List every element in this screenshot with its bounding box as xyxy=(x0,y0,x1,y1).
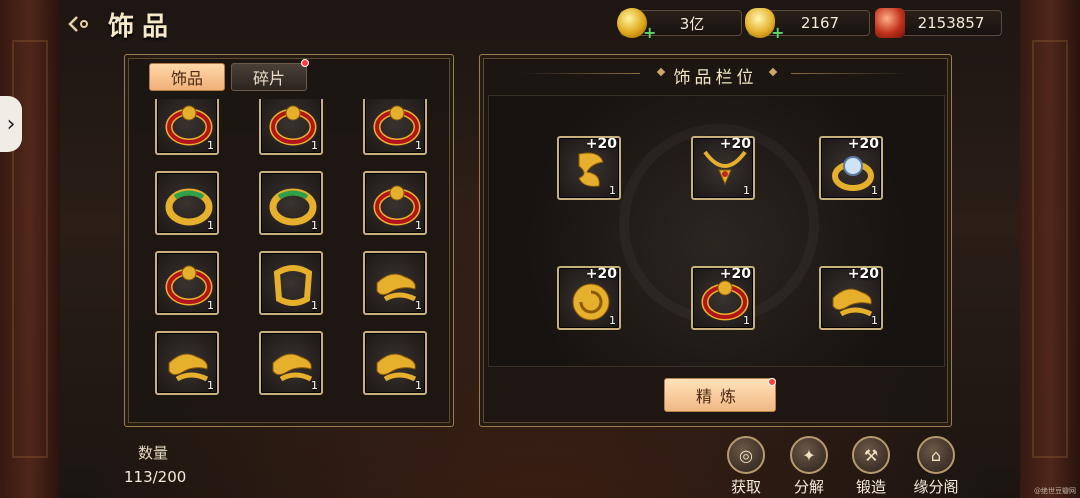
inventory-item-slot[interactable]: 1 xyxy=(155,331,219,395)
inventory-count-label: 数量 xyxy=(138,444,169,462)
back-button[interactable] xyxy=(64,8,96,40)
decompose-label: 分解 xyxy=(793,478,824,496)
enhance-level: +20 xyxy=(847,136,879,152)
enhance-level: +20 xyxy=(847,266,879,282)
tab-fragments[interactable]: 碎片 xyxy=(231,63,307,91)
item-quantity: 1 xyxy=(207,299,214,312)
chevron-right-icon: › xyxy=(6,111,16,137)
inventory-item-slot[interactable]: 1 xyxy=(363,251,427,315)
inventory-item-slot[interactable]: 1 xyxy=(259,99,323,155)
item-quantity: 1 xyxy=(609,184,616,197)
currency-gold[interactable]: + 3亿 xyxy=(617,8,742,42)
inventory-item-slot[interactable]: 1 xyxy=(259,331,323,395)
item-quantity: 1 xyxy=(743,184,750,197)
item-quantity: 1 xyxy=(207,219,214,232)
currency-jade[interactable]: 2153857 xyxy=(875,8,1002,38)
equipment-slots-area: +20 1 +20 1 +20 1 +20 1 +20 1 +20 1 xyxy=(488,95,945,367)
decompose-button[interactable]: ✦ 分解 xyxy=(781,436,837,497)
equipment-slot[interactable]: +20 1 xyxy=(691,266,755,330)
red-jade-icon xyxy=(875,8,905,38)
decompose-icon: ✦ xyxy=(790,436,828,474)
obtain-icon: ◎ xyxy=(727,436,765,474)
pavilion-label: 缘分阁 xyxy=(913,478,959,496)
item-quantity: 1 xyxy=(311,379,318,392)
back-arrow-icon xyxy=(68,16,88,32)
item-quantity: 1 xyxy=(207,139,214,152)
equipment-slot[interactable]: +20 1 xyxy=(819,266,883,330)
item-quantity: 1 xyxy=(311,139,318,152)
refine-button[interactable]: 精炼 xyxy=(664,378,776,412)
add-gold-icon[interactable]: + xyxy=(643,23,656,42)
inventory-item-slot[interactable]: 1 xyxy=(259,251,323,315)
inventory-item-slot[interactable]: 1 xyxy=(363,99,427,155)
forge-label: 锻造 xyxy=(855,478,886,496)
obtain-button[interactable]: ◎ 获取 xyxy=(718,436,774,497)
tab-fragments-label: 碎片 xyxy=(252,69,285,88)
side-expand-button[interactable]: › xyxy=(0,96,22,152)
item-quantity: 1 xyxy=(415,219,422,232)
equipment-slot[interactable]: +20 1 xyxy=(557,266,621,330)
inventory-grid: 1 1 1 1 1 1 1 1 1 1 1 1 xyxy=(135,99,427,395)
inventory-item-slot[interactable]: 1 xyxy=(155,99,219,155)
inventory-item-slot[interactable]: 1 xyxy=(155,251,219,315)
item-quantity: 1 xyxy=(609,314,616,327)
watermark: @绝世豆瓣网 xyxy=(1034,487,1076,495)
add-ingot-icon[interactable]: + xyxy=(771,23,784,42)
item-quantity: 1 xyxy=(415,379,422,392)
equipment-panel: 饰品栏位 +20 1 +20 1 +20 1 +20 1 +20 1 +20 1 xyxy=(479,54,952,427)
inventory-item-slot[interactable]: 1 xyxy=(363,171,427,235)
obtain-label: 获取 xyxy=(730,478,761,496)
item-quantity: 1 xyxy=(311,219,318,232)
refine-notification-dot xyxy=(768,378,776,386)
enhance-level: +20 xyxy=(719,266,751,282)
background-pillar-right xyxy=(1020,0,1080,498)
background-pillar-left xyxy=(0,0,60,498)
item-quantity: 1 xyxy=(415,139,422,152)
forge-button[interactable]: ⚒ 锻造 xyxy=(843,436,899,497)
page-title: 饰品 xyxy=(108,12,177,42)
tab-accessories[interactable]: 饰品 xyxy=(149,63,225,91)
equipment-slot[interactable]: +20 1 xyxy=(557,136,621,200)
item-quantity: 1 xyxy=(871,184,878,197)
item-quantity: 1 xyxy=(311,299,318,312)
inventory-item-slot[interactable]: 1 xyxy=(155,171,219,235)
inventory-count-value: 113/200 xyxy=(124,468,187,486)
item-quantity: 1 xyxy=(207,379,214,392)
currency-ingot[interactable]: + 2167 xyxy=(745,8,870,42)
item-quantity: 1 xyxy=(871,314,878,327)
inventory-item-slot[interactable]: 1 xyxy=(259,171,323,235)
equipment-slot[interactable]: +20 1 xyxy=(819,136,883,200)
inventory-scroll-area[interactable]: 1 1 1 1 1 1 1 1 1 1 1 1 xyxy=(135,99,445,415)
equipment-slot[interactable]: +20 1 xyxy=(691,136,755,200)
enhance-level: +20 xyxy=(719,136,751,152)
item-quantity: 1 xyxy=(415,299,422,312)
inventory-item-slot[interactable]: 1 xyxy=(363,331,427,395)
item-quantity: 1 xyxy=(743,314,750,327)
forge-hammer-icon: ⚒ xyxy=(852,436,890,474)
enhance-level: +20 xyxy=(585,136,617,152)
pavilion-button[interactable]: ⌂ 缘分阁 xyxy=(908,436,964,497)
fragments-notification-dot xyxy=(301,59,309,67)
enhance-level: +20 xyxy=(585,266,617,282)
equipment-title: 饰品栏位 xyxy=(480,63,951,88)
inventory-panel: 饰品 碎片 1 1 1 1 1 1 1 1 1 1 1 1 xyxy=(124,54,454,427)
pavilion-icon: ⌂ xyxy=(917,436,955,474)
